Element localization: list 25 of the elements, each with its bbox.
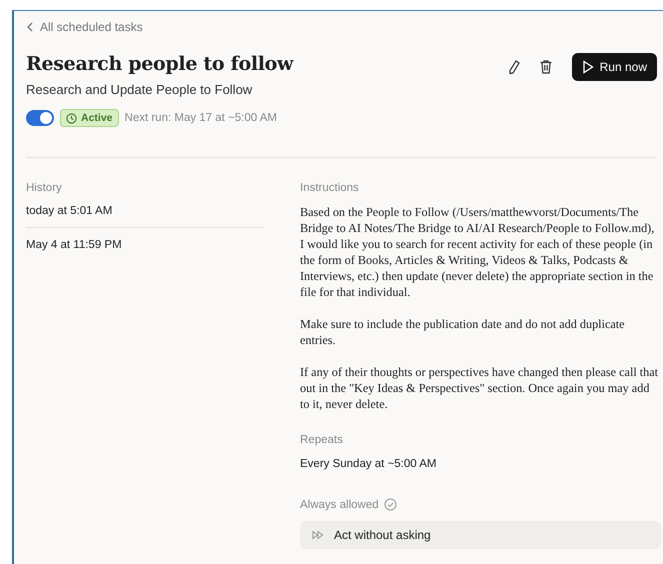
instructions-paragraph: Based on the People to Follow (/Users/matthewvorst/Documents/The Bridge to AI Notes/The Bridge to AI/AI Research/People to Follow.md), I would like you to search for recent activity for each of these people (in the form of Books, Articles & Writing, Videos & Talks, Podcasts & Interviews, etc.) then update (never delete) the appropriate section in the file for that individual.	[300, 204, 656, 300]
play-icon	[582, 60, 594, 74]
repeats-heading: Repeats	[300, 434, 344, 446]
fast-forward-icon	[312, 530, 324, 540]
trash-icon	[538, 59, 553, 75]
run-now-button[interactable]: Run now	[572, 53, 657, 81]
history-heading: History	[26, 182, 63, 194]
history-item[interactable]: May 4 at 11:59 PM	[26, 239, 264, 251]
clock-icon	[66, 112, 77, 124]
chevron-left-icon	[26, 22, 34, 32]
history-item[interactable]: today at 5:01 AM	[26, 205, 264, 217]
permission-label: Act without asking	[334, 528, 431, 542]
next-run-text: Next run: May 17 at ~5:00 AM	[124, 112, 277, 124]
status-badge: Active	[60, 109, 119, 127]
instructions-paragraph: Make sure to include the publication date and do not add duplicate entries.	[300, 316, 626, 348]
task-subtitle: Research and Update People to Follow	[26, 82, 254, 97]
always-allowed-heading: Always allowed	[300, 498, 379, 510]
task-title: Research people to follow	[26, 53, 294, 75]
back-link[interactable]: All scheduled tasks	[26, 20, 143, 34]
instructions-heading: Instructions	[300, 182, 360, 194]
instructions-paragraph: If any of their thoughts or perspectives have changed then please call that out in the "Key Ideas & Perspectives" section. Once again you may add to it, never delete.	[300, 364, 660, 412]
pencil-icon	[506, 59, 521, 75]
repeats-value: Every Sunday at ~5:00 AM	[300, 458, 438, 470]
check-circle-icon	[384, 498, 397, 511]
toggle-switch[interactable]	[26, 110, 54, 126]
